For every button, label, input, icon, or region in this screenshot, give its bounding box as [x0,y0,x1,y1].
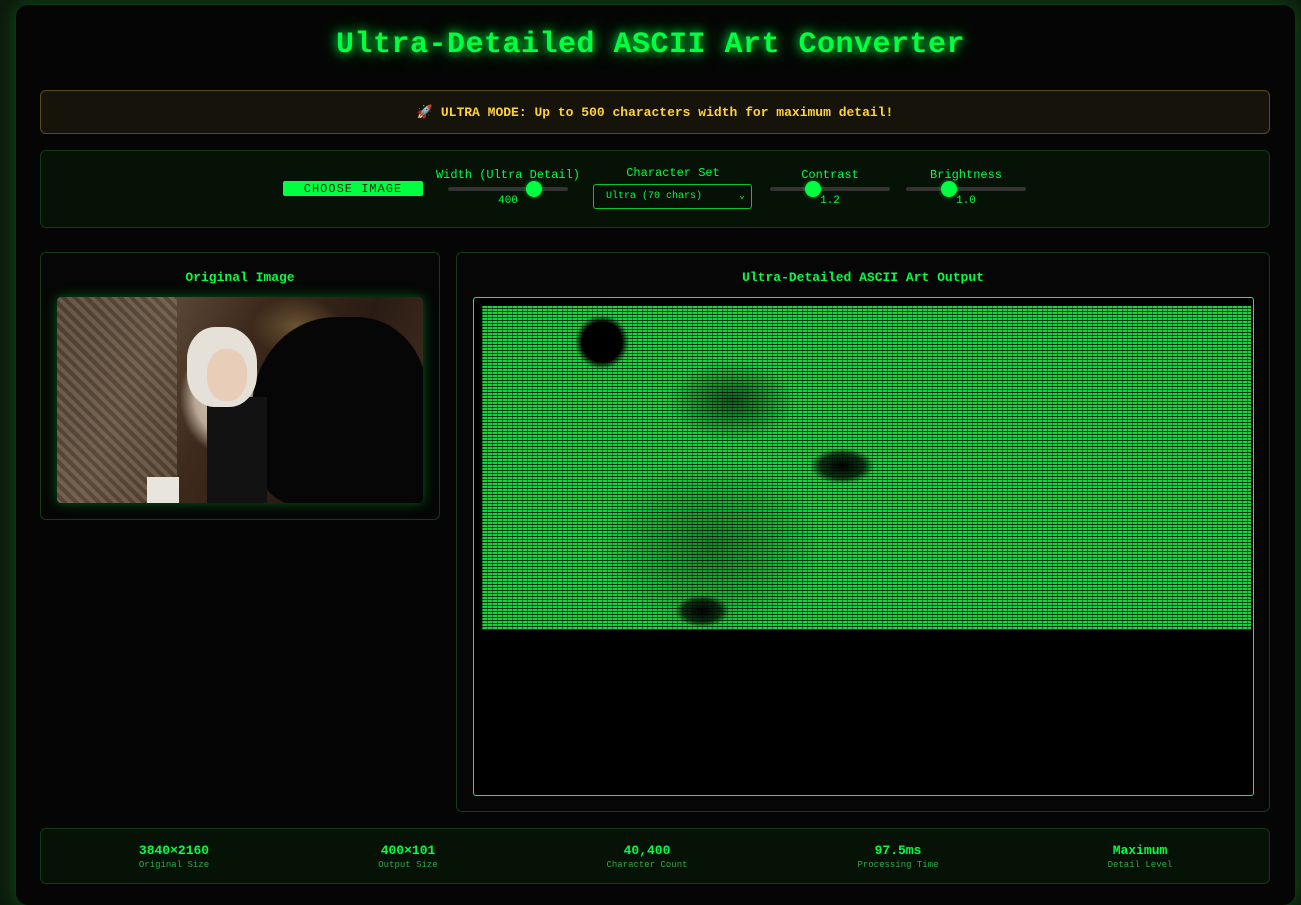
width-label: Width (Ultra Detail) [435,168,581,182]
ascii-output-title: Ultra-Detailed ASCII Art Output [742,270,984,285]
original-image [57,297,423,503]
brightness-value: 1.0 [956,195,976,207]
stat-output-size: 400×101 Output Size [378,843,438,870]
stat-processing-time: 97.5ms Processing Time [857,843,939,870]
chevron-down-icon: ⌄ [738,191,745,202]
contrast-value: 1.2 [820,195,840,207]
charset-label: Character Set [626,166,720,180]
original-image-title: Original Image [185,270,295,285]
brightness-slider[interactable] [906,181,1026,197]
choose-image-button[interactable]: CHOOSE IMAGE [283,181,423,196]
stat-character-count: 40,400 Character Count [606,843,688,870]
contrast-label: Contrast [801,168,859,182]
width-value: 400 [498,195,518,207]
charset-select[interactable]: Ultra (70 chars) ⌄ [593,184,752,209]
ultra-mode-banner: 🚀 ULTRA MODE: Up to 500 characters width… [40,90,1270,134]
ascii-output-area[interactable] [473,297,1254,796]
rocket-icon: 🚀 [416,104,433,120]
page-title: Ultra-Detailed ASCII Art Converter [335,28,966,62]
stat-detail-level: Maximum Detail Level [1107,843,1173,870]
charset-selected-value: Ultra (70 chars) [606,191,703,202]
brightness-label: Brightness [929,168,1002,182]
stat-original-size: 3840×2160 Original Size [138,843,210,870]
ascii-art-render [482,306,1251,630]
banner-text: ULTRA MODE: Up to 500 characters width f… [440,104,894,120]
width-slider[interactable] [448,181,568,197]
stats-bar: 3840×2160 Original Size 400×101 Output S… [40,828,1270,884]
contrast-slider[interactable] [770,181,890,197]
